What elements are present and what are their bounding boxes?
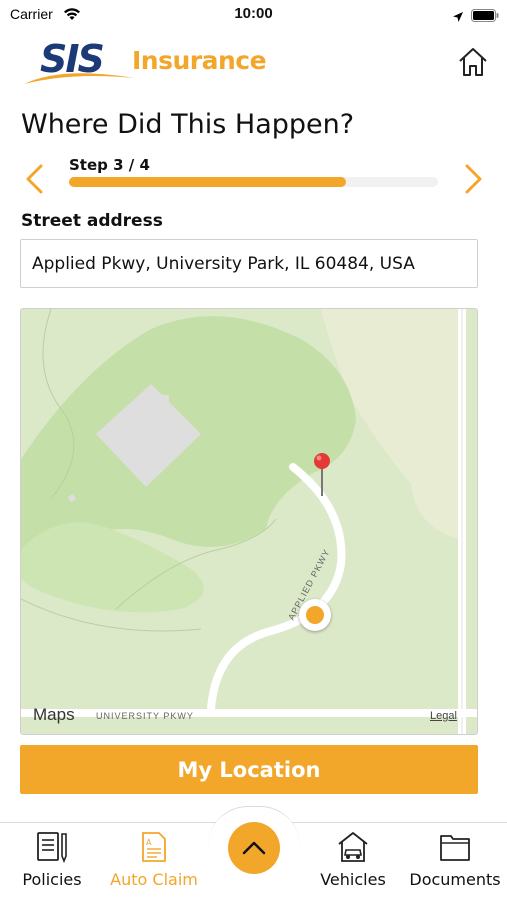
vehicles-icon (338, 832, 368, 862)
chevron-up-icon (242, 841, 266, 855)
logo-insurance-text: Insurance (132, 46, 267, 75)
location-map[interactable]: UNIVERSITY PKWY APPLIED PKWY Maps Legal (20, 308, 478, 735)
map-terrain (21, 309, 477, 734)
auto-claim-icon: A (142, 832, 166, 862)
road-label-university: UNIVERSITY PKWY (96, 711, 194, 721)
tab-vehicles[interactable]: Vehicles (303, 828, 403, 894)
step-indicator: Step 3 / 4 (69, 156, 150, 174)
maps-brand-label: Maps (33, 705, 75, 724)
tab-label-auto-claim: Auto Claim (110, 870, 198, 889)
policies-icon (37, 832, 67, 864)
street-address-input[interactable] (20, 239, 478, 288)
documents-icon (440, 835, 470, 861)
location-pin-icon[interactable] (312, 452, 332, 498)
svg-text:A: A (146, 838, 152, 847)
next-step-button[interactable] (460, 163, 486, 195)
chevron-left-icon (26, 164, 43, 194)
street-address-label: Street address (21, 211, 163, 231)
current-location-marker (299, 599, 331, 631)
tab-auto-claim[interactable]: A Auto Claim (104, 828, 204, 894)
expand-menu-button[interactable] (228, 822, 280, 874)
battery-icon (471, 7, 499, 26)
previous-step-button[interactable] (22, 163, 48, 195)
tab-documents[interactable]: Documents (405, 828, 505, 894)
tab-label-policies: Policies (22, 870, 82, 889)
tab-policies[interactable]: Policies (2, 828, 102, 894)
page-title: Where Did This Happen? (21, 109, 355, 140)
chevron-right-icon (465, 164, 482, 194)
my-location-button[interactable]: My Location (20, 745, 478, 794)
status-bar: Carrier 10:00 (0, 0, 507, 28)
clock: 10:00 (234, 5, 273, 22)
map-legal-link[interactable]: Legal (430, 710, 457, 722)
logo-sis-text: SIS (40, 37, 105, 81)
home-button[interactable] (455, 44, 491, 80)
tab-label-documents: Documents (409, 870, 501, 889)
step-progress-bar (69, 177, 438, 187)
step-progress-fill (69, 177, 346, 187)
tab-label-vehicles: Vehicles (320, 870, 386, 889)
maps-attribution: Maps (33, 705, 75, 725)
home-icon (459, 48, 487, 76)
sis-insurance-logo: SIS Insurance (22, 36, 267, 88)
location-arrow-icon (452, 8, 464, 27)
